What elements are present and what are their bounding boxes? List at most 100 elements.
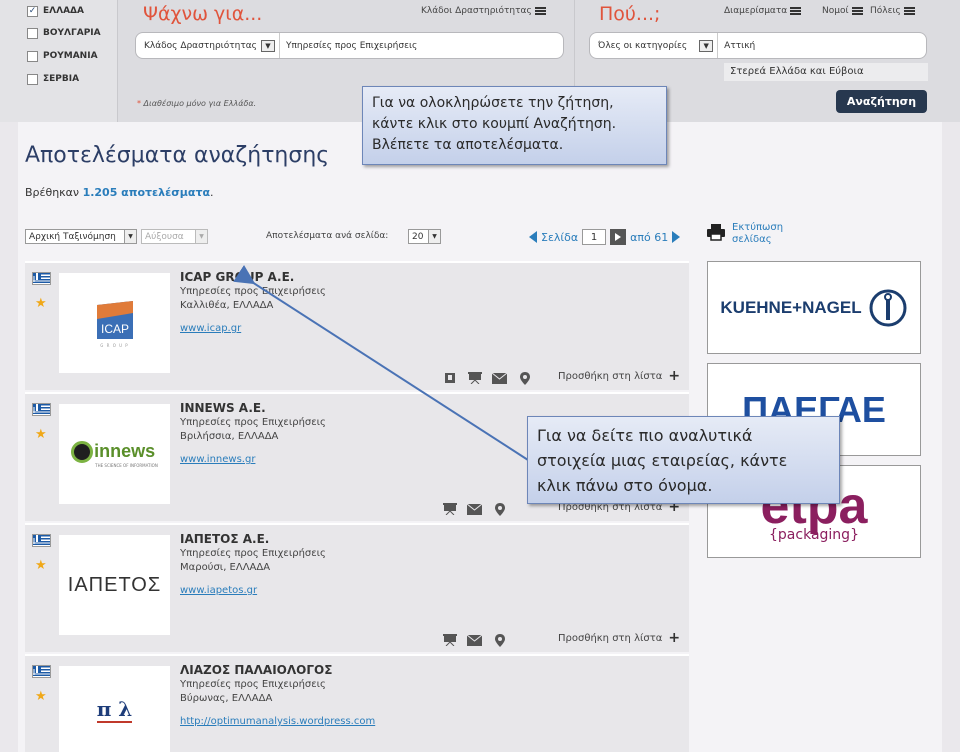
plus-icon: + [668,630,681,646]
per-page-select[interactable]: 20 ▼ [408,229,441,244]
greek-flag-icon [32,403,51,416]
search-what-title: Ψάχνω για... [143,3,263,25]
location-suggestion[interactable]: Στερεά Ελλάδα και Εύβοια [724,63,928,81]
star-icon[interactable]: ★ [35,427,47,442]
add-to-list-button[interactable]: Προσθήκη στη λίστα + [558,368,680,384]
chevron-down-icon: ▼ [195,230,207,243]
next-page-icon[interactable] [672,231,681,243]
add-to-list-button[interactable]: Προσθήκη στη λίστα + [558,630,680,646]
anchor-icon [869,289,907,326]
company-logo[interactable]: π λ [59,666,170,752]
chevron-down-icon[interactable]: ▼ [699,39,714,52]
company-logo[interactable]: innews THE SCIENCE OF INFORMATION [59,404,170,504]
map-pin-icon[interactable] [517,371,532,385]
print-page-link[interactable]: Εκτύπωση σελίδας [706,222,783,246]
menu-icon [903,7,915,15]
menu-icon [534,7,546,15]
results-count: Βρέθηκαν 1.205 αποτελέσματα. [25,186,214,199]
greek-flag-icon [32,665,51,678]
company-name-link[interactable]: ΛΙΑΖΟΣ ΠΑΛΑΙΟΛΟΓΟΣ [180,663,332,677]
company-category: Υπηρεσίες προς Επιχειρήσεις [180,548,326,559]
company-logo[interactable]: ΙΑΠΕΤΟΣ [59,535,170,635]
company-location: Βριλήσσια, ΕΛΛΑΔΑ [180,431,279,442]
prev-page-icon[interactable] [529,231,537,243]
country-greece[interactable]: ✓ ΕΛΛΑΔΑ [27,4,84,18]
page-input[interactable]: 1 [582,229,607,245]
greek-flag-icon [32,272,51,285]
country-selector: ✓ ΕΛΛΑΔΑ ΒΟΥΛΓΑΡΙΑ ΡΟΥΜΑΝΙΑ ΣΕΡΒΙΑ [0,0,118,122]
nav-prefectures[interactable]: Νομοί [822,6,863,16]
icap-logo-icon: ICAP [96,300,133,339]
company-website-link[interactable]: www.icap.gr [180,323,241,334]
go-page-button[interactable] [610,229,627,245]
result-card: ★ π λ ΛΙΑΖΟΣ ΠΑΛΑΙΟΛΟΓΟΣ Υπηρεσίες προς … [25,654,689,752]
mail-icon[interactable] [467,634,482,646]
map-pin-icon[interactable] [492,502,507,516]
callout-company-hint: Για να δείτε πιο αναλυτικά στοιχεία μιας… [527,416,840,504]
nav-sectors[interactable]: Κλάδοι Δραστηριότητας [421,6,546,16]
company-logo[interactable]: ICAP G R O U P [59,273,170,373]
company-category: Υπηρεσίες προς Επιχειρήσεις [180,417,326,428]
star-icon[interactable]: ★ [35,558,47,573]
sector-type-label: Κλάδος Δραστηριότητας [144,40,257,51]
menu-icon [790,7,802,15]
star-icon[interactable]: ★ [35,689,47,704]
mail-icon[interactable] [492,372,507,384]
company-name-link[interactable]: ΙΑΠΕΤΟΣ Α.Ε. [180,532,269,546]
bookmark-icon[interactable] [442,372,457,384]
result-actions [442,371,532,385]
country-serbia[interactable]: ΣΕΡΒΙΑ [27,72,79,86]
nav-departments[interactable]: Διαμερίσματα [724,6,802,16]
search-where-title: Πού...; [599,3,661,25]
company-website-link[interactable]: www.innews.gr [180,454,255,465]
location-input[interactable]: Αττική [717,33,755,58]
company-name-link[interactable]: INNEWS A.E. [180,401,266,415]
checkbox-checked-icon[interactable]: ✓ [27,5,38,17]
result-card: ★ ΙΑΠΕΤΟΣ ΙΑΠΕΤΟΣ Α.Ε. Υπηρεσίες προς Επ… [25,523,689,652]
order-select[interactable]: Αύξουσα ▼ [141,229,208,244]
presentation-icon[interactable] [442,634,457,646]
search-button[interactable]: Αναζήτηση [836,90,927,113]
pagination: Σελίδα 1 από 61 [529,229,681,245]
greek-flag-icon [32,534,51,547]
company-category: Υπηρεσίες προς Επιχειρήσεις [180,286,326,297]
per-page-label: Αποτελέσματα ανά σελίδα: [266,231,389,241]
menu-icon [851,7,863,15]
printer-icon [707,224,725,241]
company-website-link[interactable]: www.iapetos.gr [180,585,257,596]
chevron-down-icon: ▼ [124,230,136,243]
divider [574,0,575,100]
chevron-down-icon[interactable]: ▼ [260,39,275,52]
ad-banner[interactable]: KUEHNE+NAGEL [707,261,921,354]
checkbox-icon[interactable] [27,73,38,85]
company-name-link[interactable]: ICAP GROUP A.E. [180,270,294,284]
sort-select[interactable]: Αρχική Ταξινόμηση ▼ [25,229,137,244]
result-actions [442,633,507,647]
checkbox-icon[interactable] [27,50,38,62]
category-label: Όλες οι κατηγορίες [598,40,688,51]
page-title: Αποτελέσματα αναζήτησης [25,143,330,168]
company-category: Υπηρεσίες προς Επιχειρήσεις [180,679,326,690]
sector-field[interactable]: Κλάδος Δραστηριότητας ▼ Υπηρεσίες προς Ε… [135,32,564,59]
presentation-icon[interactable] [442,503,457,515]
sector-input[interactable]: Υπηρεσίες προς Επιχειρήσεις [278,33,417,58]
result-actions [442,502,507,516]
innews-logo-icon [71,440,94,463]
presentation-icon[interactable] [467,372,482,384]
chevron-down-icon: ▼ [428,230,440,243]
mail-icon[interactable] [467,503,482,515]
nav-cities[interactable]: Πόλεις [870,6,915,16]
country-romania[interactable]: ΡΟΥΜΑΝΙΑ [27,49,98,63]
svg-text:ICAP: ICAP [100,322,128,336]
checkbox-icon[interactable] [27,27,38,39]
country-bulgaria[interactable]: ΒΟΥΛΓΑΡΙΑ [27,26,101,40]
availability-note: * Διαθέσιμο μόνο για Ελλάδα. [137,99,257,108]
map-pin-icon[interactable] [492,633,507,647]
company-website-link[interactable]: http://optimumanalysis.wordpress.com [180,716,375,727]
result-card: ★ ICAP G R O U P ICAP GROUP A.E. Υπηρεσί… [25,261,689,390]
company-location: Μαρούσι, ΕΛΛΑΔΑ [180,562,271,573]
company-location: Καλλιθέα, ΕΛΛΑΔΑ [180,300,274,311]
star-icon[interactable]: ★ [35,296,47,311]
callout-search-hint: Για να ολοκληρώσετε την ζήτηση, κάντε κλ… [362,86,667,165]
location-field[interactable]: Όλες οι κατηγορίες ▼ Αττική [589,32,927,59]
